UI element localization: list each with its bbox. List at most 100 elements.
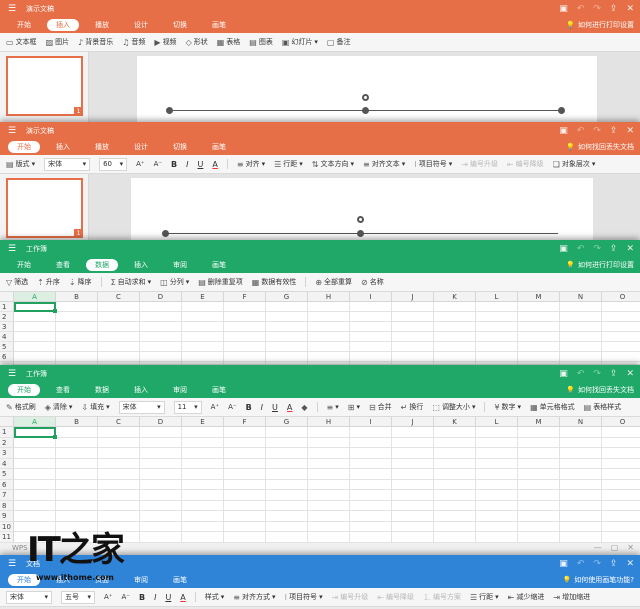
recalculate-button[interactable]: ⊕ 全部重算	[315, 277, 352, 287]
column-header[interactable]: A	[14, 417, 56, 427]
grid-cell[interactable]	[392, 448, 434, 459]
grid-cell[interactable]	[266, 322, 308, 332]
grid-cell[interactable]	[14, 500, 56, 511]
shrink-font-button[interactable]: A⁻	[121, 593, 129, 601]
grid-cell[interactable]	[14, 437, 56, 448]
grid-cell[interactable]	[140, 312, 182, 322]
grid-cell[interactable]	[602, 469, 640, 480]
close-icon[interactable]: ✕	[627, 543, 634, 552]
hamburger-menu-icon[interactable]: ☰	[4, 559, 20, 569]
grid-cell[interactable]	[434, 511, 476, 522]
grid-cell[interactable]	[308, 342, 350, 352]
table-style-button[interactable]: ▤ 表格样式	[584, 402, 622, 412]
grid-cell[interactable]	[266, 532, 308, 543]
grid-cell[interactable]	[56, 302, 98, 312]
close-icon[interactable]: ✕	[626, 369, 634, 379]
cell-format-button[interactable]: ▦ 单元格格式	[530, 402, 575, 412]
grid-cell[interactable]	[98, 437, 140, 448]
bold-button[interactable]: B	[246, 403, 252, 412]
grid-cell[interactable]	[224, 458, 266, 469]
grid-cell[interactable]	[98, 479, 140, 490]
tab-home[interactable]: 开始	[8, 19, 40, 31]
merge-button[interactable]: ⊟ 合并	[369, 402, 392, 412]
grid-cell[interactable]	[266, 302, 308, 312]
grid-cell[interactable]	[266, 437, 308, 448]
grid-cell[interactable]	[476, 469, 518, 480]
grid-cell[interactable]	[518, 532, 560, 543]
grid-cell[interactable]	[308, 458, 350, 469]
grid-cell[interactable]	[602, 511, 640, 522]
close-icon[interactable]: ✕	[626, 244, 634, 254]
numbering-down-button[interactable]: ⇤ 编号降级	[507, 159, 544, 169]
undo-icon[interactable]: ↶	[577, 4, 585, 14]
grid-cell[interactable]	[224, 490, 266, 501]
grid-cell[interactable]	[14, 448, 56, 459]
grid-cell[interactable]	[476, 342, 518, 352]
column-header[interactable]: I	[350, 292, 392, 302]
grid-cell[interactable]	[392, 352, 434, 362]
style-button[interactable]: 样式 ▾	[205, 592, 225, 602]
sort-asc-button[interactable]: ⇡ 升序	[37, 277, 60, 287]
column-header[interactable]: B	[56, 292, 98, 302]
bullets-button[interactable]: ⁝ 项目符号 ▾	[285, 592, 323, 602]
tab-design[interactable]: 设计	[125, 19, 157, 31]
column-header[interactable]: G	[266, 292, 308, 302]
grid-cell[interactable]	[308, 511, 350, 522]
autosum-button[interactable]: Σ 自动求和 ▾	[111, 277, 152, 287]
grid-cell[interactable]	[560, 427, 602, 438]
selected-cell[interactable]	[14, 427, 57, 438]
column-header[interactable]: H	[308, 292, 350, 302]
grid-cell[interactable]	[140, 448, 182, 459]
tab-pen[interactable]: 画笔	[203, 19, 235, 31]
grid-cell[interactable]	[476, 511, 518, 522]
column-header[interactable]: K	[434, 417, 476, 427]
align-button[interactable]: ≡ 对齐方式 ▾	[233, 592, 275, 602]
grid-cell[interactable]	[308, 312, 350, 322]
grid-cell[interactable]	[224, 448, 266, 459]
grid-cell[interactable]	[476, 458, 518, 469]
font-color-button[interactable]: A	[287, 403, 292, 412]
share-icon[interactable]: ⇪	[610, 4, 618, 14]
grid-cell[interactable]	[308, 521, 350, 532]
bullets-button[interactable]: ⁝ 项目符号 ▾	[414, 159, 452, 169]
font-family-select[interactable]: 宋体 ▾	[44, 157, 91, 171]
grid-cell[interactable]	[518, 312, 560, 322]
column-header[interactable]: C	[98, 417, 140, 427]
tab-design[interactable]: 设计	[125, 141, 157, 153]
grid-cell[interactable]	[518, 332, 560, 342]
grid-cell[interactable]	[308, 479, 350, 490]
grid-cell[interactable]	[56, 342, 98, 352]
row-header[interactable]: 11	[0, 532, 14, 543]
grid-cell[interactable]	[392, 342, 434, 352]
grid-cell[interactable]	[518, 458, 560, 469]
grid-cell[interactable]	[14, 312, 56, 322]
font-color-button[interactable]: A	[212, 160, 217, 169]
wrap-button[interactable]: ↵ 换行	[401, 402, 424, 412]
grid-cell[interactable]	[518, 427, 560, 438]
maximize-icon[interactable]: ▢	[611, 543, 619, 552]
grid-cell[interactable]	[392, 532, 434, 543]
grid-cell[interactable]	[224, 312, 266, 322]
format-brush-button[interactable]: ✎ 格式刷	[6, 402, 36, 412]
grid-cell[interactable]	[350, 427, 392, 438]
grid-cell[interactable]	[266, 458, 308, 469]
grid-cell[interactable]	[308, 490, 350, 501]
grid-cell[interactable]	[476, 532, 518, 543]
grid-cell[interactable]	[182, 302, 224, 312]
row-header[interactable]: 1	[0, 427, 14, 438]
tab-insert[interactable]: 插入	[47, 141, 79, 153]
grid-cell[interactable]	[350, 500, 392, 511]
tab-play[interactable]: 播放	[86, 141, 118, 153]
column-header[interactable]: M	[518, 292, 560, 302]
font-color-button[interactable]: A	[180, 593, 185, 602]
grid-cell[interactable]	[560, 448, 602, 459]
tab-transition[interactable]: 切换	[164, 141, 196, 153]
grid-cell[interactable]	[602, 352, 640, 362]
tab-pen[interactable]: 画笔	[203, 384, 235, 396]
undo-icon[interactable]: ↶	[577, 559, 585, 569]
grid-cell[interactable]	[560, 521, 602, 532]
grid-cell[interactable]	[350, 458, 392, 469]
row-header[interactable]: 2	[0, 437, 14, 448]
grid-cell[interactable]	[392, 302, 434, 312]
grid-cell[interactable]	[434, 458, 476, 469]
